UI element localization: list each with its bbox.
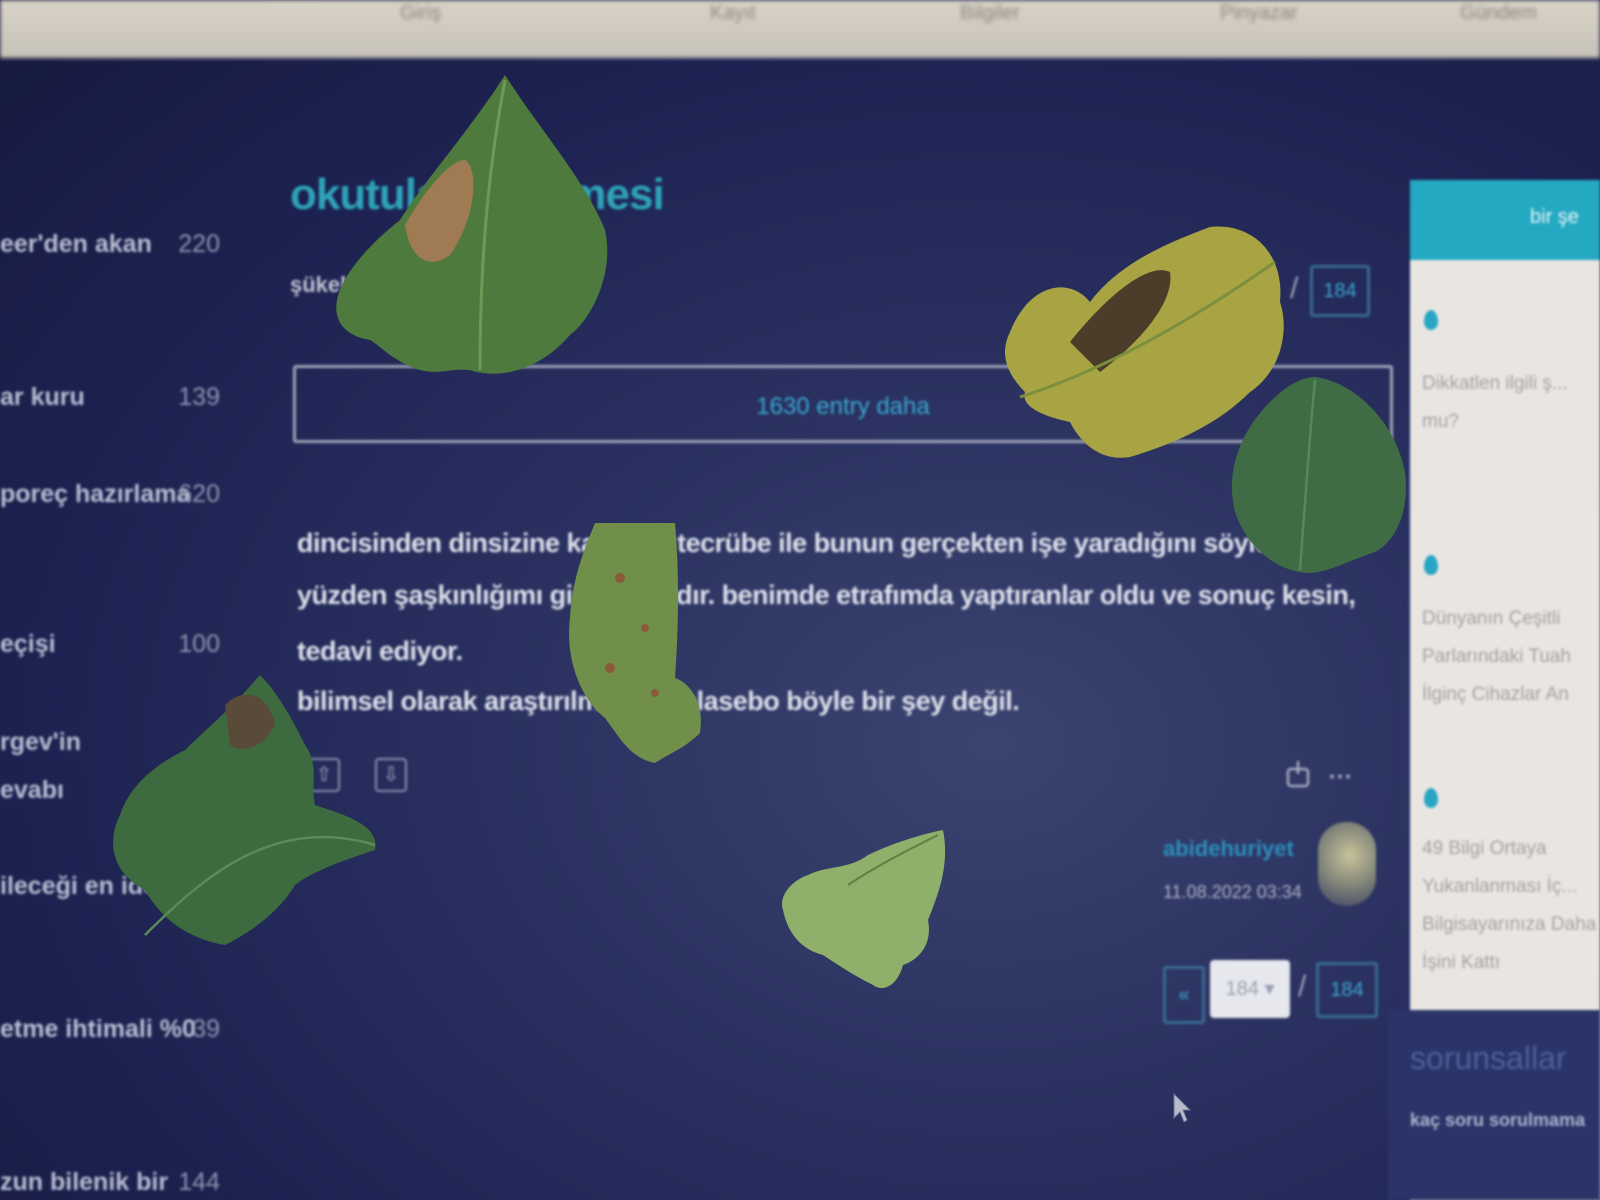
right-panel-header-label: bir şe (1530, 206, 1579, 228)
photographed-screen: Giriş Kayıt Bilgiler Pinyazar Gündem eer… (0, 0, 1600, 1200)
sidebar-topic-count: 620 (178, 480, 220, 508)
leaf-image (569, 523, 701, 763)
avatar[interactable] (1318, 822, 1376, 906)
previous-page-button[interactable]: « (1163, 966, 1205, 1024)
entry-text-line: tedavi ediyor. (297, 636, 463, 666)
sidebar-topic-label: etme ihtimali %0 (0, 1015, 196, 1043)
page-select[interactable]: 184 ▾ (1210, 960, 1290, 1018)
sidebar-topic-label: rgev'in (0, 728, 81, 756)
sidebar-topic-count: 220 (178, 230, 220, 258)
sidebar-topic-count: 144 (178, 1168, 220, 1196)
last-page-button[interactable]: 184 (1316, 962, 1378, 1018)
sidebar-topic-count: 139 (178, 383, 220, 411)
right-bottom-block (1388, 1010, 1600, 1200)
leaf-image (782, 830, 946, 989)
sidebar-topic-label: eçişi (0, 630, 56, 658)
page-total-button[interactable]: 184 (1310, 265, 1370, 317)
right-panel-item[interactable]: Dikkatlen ilgili ş... mu? (1422, 365, 1597, 441)
nav-item[interactable]: Giriş (400, 2, 441, 25)
nav-item[interactable]: Bilgiler (960, 2, 1020, 25)
sidebar-topic-count: 39 (192, 1015, 220, 1043)
sidebar-topic-label: evabı (0, 776, 64, 804)
entry-text-line: dincisinden dinsizine kad...sin tecrübe … (297, 528, 1302, 558)
sidebar-topic-count: 100 (178, 630, 220, 658)
right-panel-item[interactable]: 49 Bilgi Ortaya Yukanlanması İç... Bilgi… (1422, 830, 1597, 982)
sorunsallar-subtitle[interactable]: kaç soru sorulmama (1410, 1110, 1585, 1131)
drop-icon (1424, 555, 1438, 575)
right-panel-header[interactable]: bir şe (1410, 180, 1600, 260)
nav-item[interactable]: Gündem (1460, 2, 1537, 25)
leaf-image (113, 675, 376, 945)
entry-author[interactable]: abidehuriyet (1163, 836, 1294, 862)
sidebar-topic-label: poreç hazırlama (0, 480, 191, 508)
top-navigation: Giriş Kayıt Bilgiler Pinyazar Gündem (0, 0, 1600, 58)
drop-icon (1424, 788, 1438, 808)
sidebar-topic-label: ar kuru (0, 383, 85, 411)
chevron-down-icon: ▾ (1264, 978, 1275, 1000)
entry-text-line: yüzden şaşkınlığımı gi...m olaydır. beni… (297, 580, 1356, 610)
share-icon[interactable] (1285, 760, 1311, 788)
sorunsallar-heading[interactable]: sorunsallar (1410, 1040, 1567, 1077)
sidebar-topic-list: eer'den akan 220 ar kuru 139 poreç hazır… (0, 60, 245, 1200)
nav-item[interactable]: Pinyazar (1220, 2, 1298, 25)
right-panel-item[interactable]: Dünyanın Çeşitli Parlarındaki Tuah İlgin… (1422, 600, 1597, 714)
entry-date[interactable]: 11.08.2022 03:34 (1163, 882, 1302, 903)
more-options-icon[interactable]: ⋯ (1328, 762, 1352, 791)
sidebar-topic-label: zun bilenik bir (0, 1168, 169, 1196)
nav-item[interactable]: Kayıt (710, 2, 756, 25)
mouse-cursor-icon (1173, 1092, 1192, 1123)
page-select-value: 184 (1225, 978, 1259, 1000)
sidebar-topic-label: eer'den akan (0, 230, 152, 258)
drop-icon (1424, 310, 1438, 330)
page-separator: / (1298, 970, 1307, 1003)
leaf-image (336, 75, 608, 374)
leaf-image (1231, 377, 1406, 573)
